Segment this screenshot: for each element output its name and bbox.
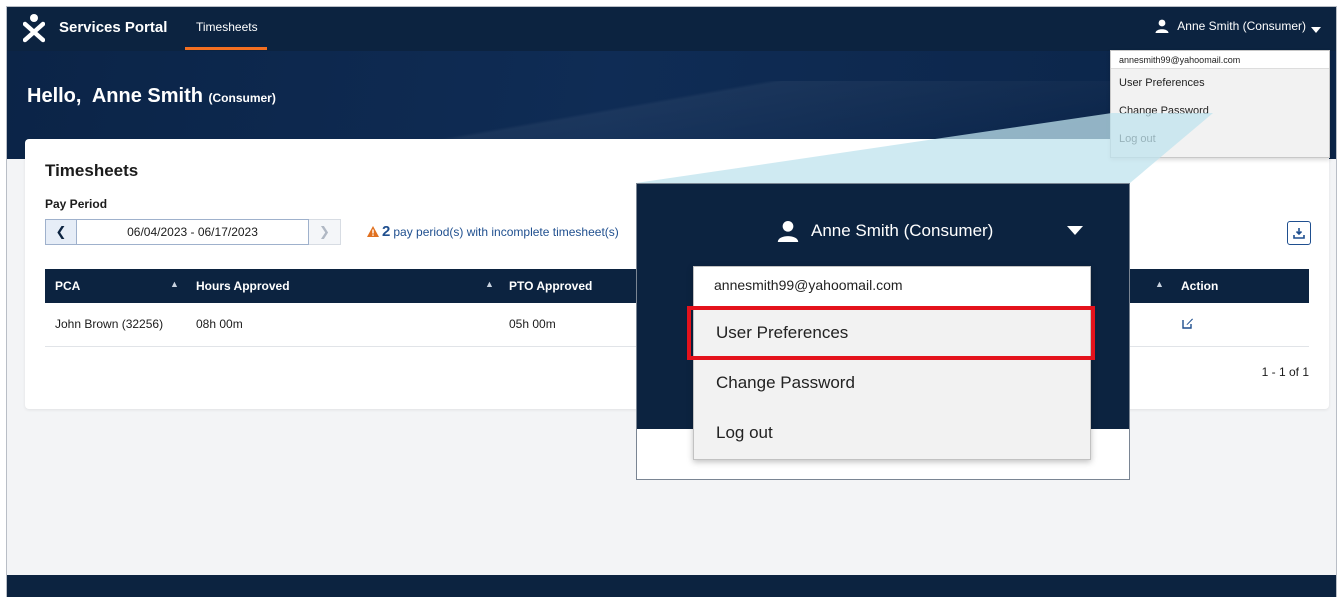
page-footer (7, 575, 1336, 597)
user-icon (1155, 19, 1169, 33)
pagination-info: 1 - 1 of 1 (1261, 365, 1309, 379)
chevron-left-icon: ❮ (55, 224, 67, 239)
download-icon (1293, 228, 1305, 239)
zoom-user-name: Anne Smith (Consumer) (811, 221, 994, 240)
pay-period-selector: ❮ 06/04/2023 - 06/17/2023 ❯ (45, 219, 341, 245)
zoom-callout-panel: Anne Smith (Consumer) annesmith99@yahoom… (636, 183, 1130, 480)
greeting-word: Hello, (27, 85, 82, 107)
zoom-user-menu-button[interactable]: Anne Smith (Consumer) (777, 220, 993, 242)
sort-icon[interactable]: ▲ (170, 279, 179, 289)
chevron-down-icon[interactable] (1067, 226, 1083, 235)
brand-name[interactable]: Services Portal (59, 19, 167, 36)
zoom-menu-item-change-password[interactable]: Change Password (694, 373, 1090, 393)
menu-item-log-out[interactable]: Log out (1111, 125, 1329, 153)
active-tab-indicator (185, 47, 267, 50)
chevron-down-icon[interactable] (1311, 27, 1321, 33)
zoom-user-email: annesmith99@yahoomail.com (694, 267, 1090, 307)
column-header-pto[interactable]: PTO Approved (509, 279, 592, 293)
page-greeting: Hello, Anne Smith (Consumer) (27, 85, 276, 108)
menu-item-change-password[interactable]: Change Password (1111, 97, 1329, 125)
download-button[interactable] (1287, 221, 1311, 245)
sort-icon[interactable]: ▲ (485, 279, 494, 289)
menu-item-user-preferences[interactable]: User Preferences (1111, 69, 1329, 97)
sort-icon[interactable]: ▲ (1155, 279, 1164, 289)
user-email: annesmith99@yahoomail.com (1111, 51, 1329, 69)
user-dropdown-menu: annesmith99@yahoomail.com User Preferenc… (1110, 50, 1330, 158)
incomplete-warning-link[interactable]: 2 pay period(s) with incomplete timeshee… (367, 223, 619, 240)
column-header-pca[interactable]: PCA (55, 279, 80, 293)
greeting-role: (Consumer) (208, 91, 276, 105)
column-header-action: Action (1181, 279, 1219, 293)
zoom-user-dropdown-menu: annesmith99@yahoomail.com User Preferenc… (693, 266, 1091, 460)
chevron-right-icon: ❯ (319, 224, 330, 239)
zoom-menu-item-log-out[interactable]: Log out (694, 423, 1090, 443)
previous-period-button[interactable]: ❮ (45, 219, 77, 245)
top-nav: Services Portal Timesheets Anne Smith (C… (7, 7, 1336, 51)
user-menu-button[interactable]: Anne Smith (Consumer) (1155, 19, 1306, 33)
user-icon (777, 220, 799, 242)
page-title: Timesheets (45, 161, 139, 180)
cell-pto: 05h 00m (509, 317, 556, 331)
warning-count: 2 (382, 223, 391, 240)
warning-icon (367, 226, 379, 237)
pay-period-label: Pay Period (45, 197, 108, 211)
cell-pca: John Brown (32256) (55, 317, 164, 331)
pay-period-range[interactable]: 06/04/2023 - 06/17/2023 (77, 219, 309, 245)
logo-icon (23, 14, 45, 43)
greeting-name: Anne Smith (91, 85, 203, 107)
zoom-menu-item-user-preferences[interactable]: User Preferences (694, 323, 1090, 343)
cell-hours: 08h 00m (196, 317, 243, 331)
edit-icon[interactable] (1182, 317, 1194, 329)
column-header-hours[interactable]: Hours Approved (196, 279, 290, 293)
user-name: Anne Smith (Consumer) (1177, 19, 1306, 33)
warning-text: pay period(s) with incomplete timesheet(… (393, 224, 619, 239)
next-period-button[interactable]: ❯ (309, 219, 341, 245)
tab-timesheets[interactable]: Timesheets (196, 20, 258, 34)
